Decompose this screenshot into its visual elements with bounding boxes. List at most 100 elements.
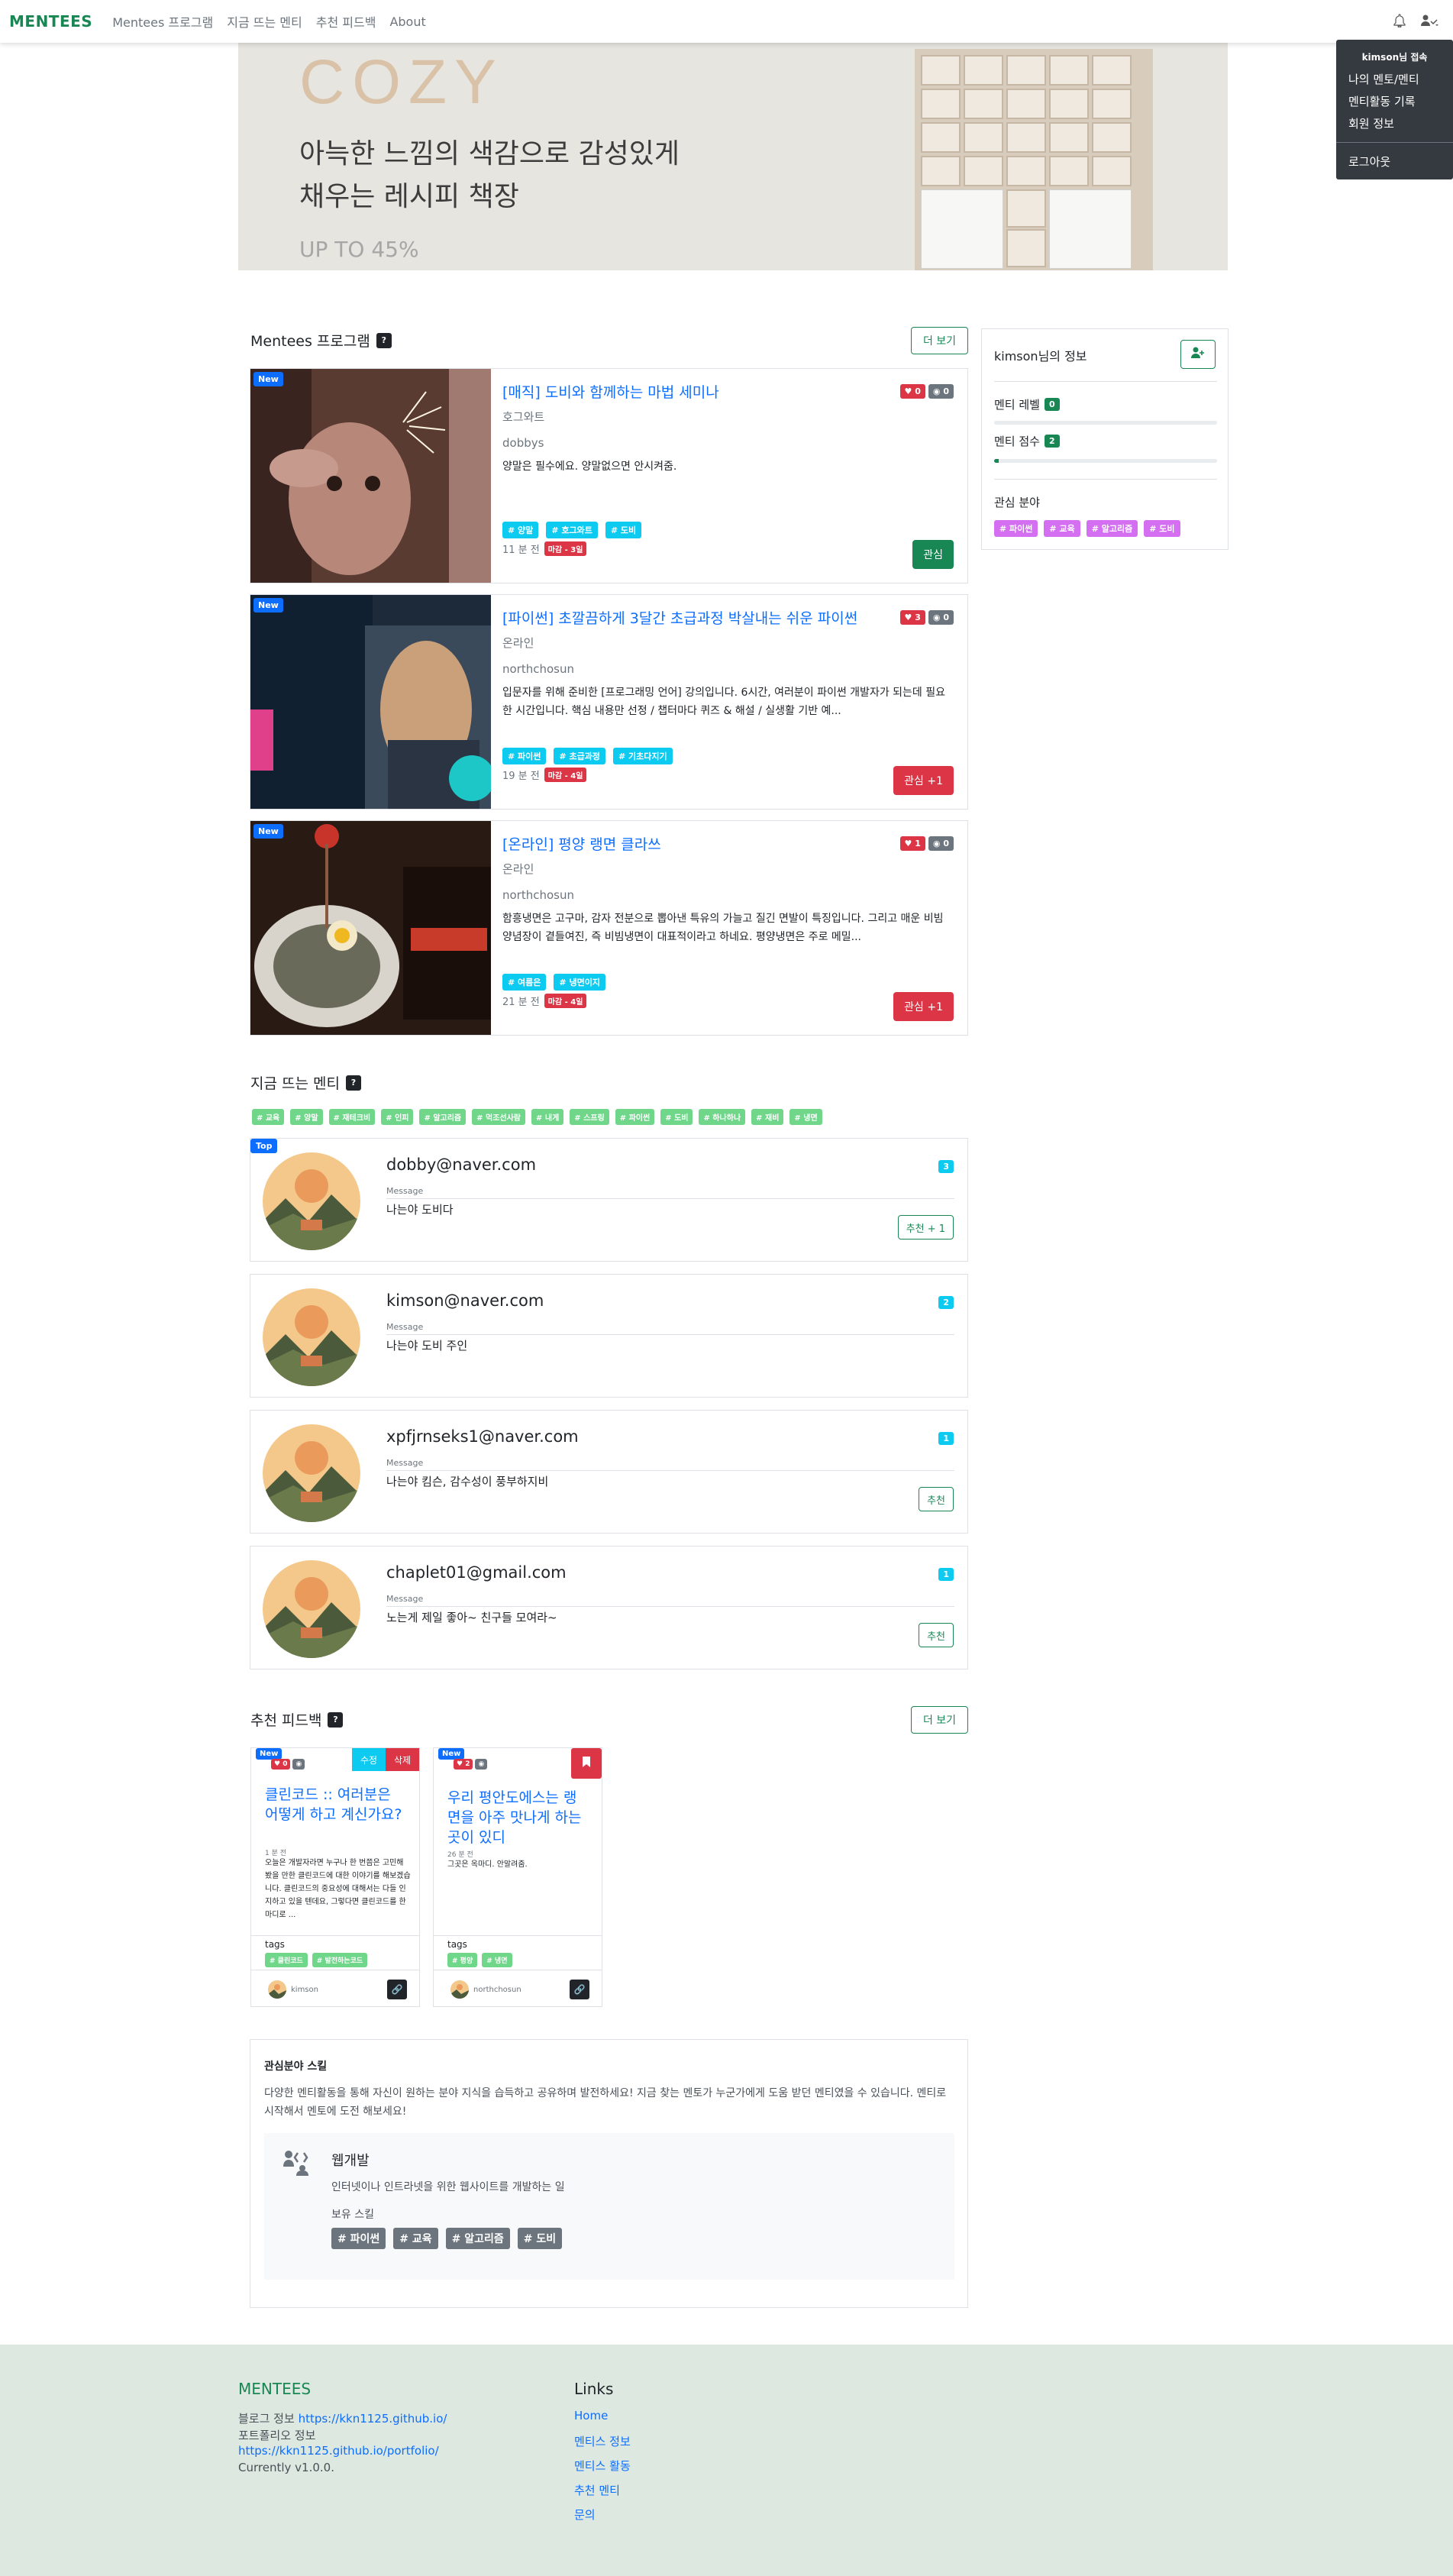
bookmark-button[interactable] xyxy=(571,1748,602,1779)
mentee-card[interactable]: chaplet01@gmail.com Message 노는게 제일 좋아~ 친… xyxy=(250,1546,968,1669)
link-button[interactable]: 🔗 xyxy=(387,1980,407,1999)
interest-tag[interactable]: # 교육 xyxy=(1044,520,1080,537)
mentee-card[interactable]: xpfjrnseks1@naver.com Message 나는야 킴슨, 감수… xyxy=(250,1410,968,1534)
feedback-card[interactable]: New ♥ 2 ◉ 우리 평안도에스는 랭면을 아주 맛나게 하는 곳이 있디 … xyxy=(433,1747,602,2007)
footer-link-recommend[interactable]: 추천 멘티 xyxy=(574,2482,620,2498)
feedback-tag[interactable]: # 클린코드 xyxy=(265,1953,308,1967)
feedback-title[interactable]: 클린코드 :: 여러분은 어떻게 하고 계신가요? xyxy=(265,1785,407,1825)
footer-link-contact[interactable]: 문의 xyxy=(574,2507,596,2523)
program-time: 11 분 전 xyxy=(502,545,540,556)
feedback-tag[interactable]: # 평양 xyxy=(447,1953,478,1967)
nav-link-about[interactable]: About xyxy=(389,15,425,29)
divider xyxy=(434,1935,602,1936)
footer-link-info[interactable]: 멘티스 정보 xyxy=(574,2433,631,2449)
footer-link-activity[interactable]: 멘티스 활동 xyxy=(574,2458,631,2474)
skill-tag[interactable]: # 교육 xyxy=(393,2228,438,2249)
program-tag[interactable]: # 호그와트 xyxy=(546,522,598,538)
program-title[interactable]: [온라인] 평양 랭면 클라쓰 xyxy=(502,833,661,854)
nav-link-programs[interactable]: Mentees 프로그램 xyxy=(112,12,213,31)
keyword-tag[interactable]: # 스프링 xyxy=(570,1109,609,1125)
dropdown-item-activity[interactable]: 멘티활동 기록 xyxy=(1336,90,1453,112)
feedback-card[interactable]: New ♥ 0 ◉ 수정 삭제 클린코드 :: 여러분은 어떻게 하고 계신가요… xyxy=(250,1747,420,2007)
feedback-tag[interactable]: # 냉면 xyxy=(482,1953,512,1967)
dropdown-item-profile[interactable]: 회원 정보 xyxy=(1336,112,1453,134)
keyword-tag[interactable]: # 재테크비 xyxy=(328,1109,376,1125)
skill-tag[interactable]: # 알고리즘 xyxy=(445,2228,510,2249)
interest-tag[interactable]: # 도비 xyxy=(1144,520,1180,537)
banner-headline-1: 아늑한 느낌의 색감으로 감성있게 xyxy=(299,138,680,170)
recommend-button[interactable]: 추천 + 1 xyxy=(897,1215,954,1240)
keyword-tag[interactable]: # 인피 xyxy=(381,1109,414,1125)
program-tag[interactable]: # 기초다지기 xyxy=(612,748,673,764)
promo-banner[interactable]: COZY 아늑한 느낌의 색감으로 감성있게 채우는 레시피 책장 UP TO … xyxy=(238,43,1228,270)
keyword-tag[interactable]: # 양말 xyxy=(290,1109,323,1125)
keyword-tag[interactable]: # 알고리즘 xyxy=(419,1109,467,1125)
trending-title: 지금 뜨는 멘티 xyxy=(250,1075,340,1092)
skill-tag[interactable]: # 파이썬 xyxy=(331,2228,386,2249)
program-thumbnail[interactable] xyxy=(250,821,491,1035)
footer-blog-link[interactable]: https://kkn1125.github.io/ xyxy=(299,2412,447,2426)
program-card[interactable]: New [온라인] 평양 랭면 클라쓰 온라인 northchosun 함흥냉면… xyxy=(250,820,968,1036)
program-tag[interactable]: # 초급과정 xyxy=(554,748,605,764)
bell-icon[interactable] xyxy=(1393,14,1406,31)
feedback-title[interactable]: 우리 평안도에스는 랭면을 아주 맛나게 하는 곳이 있디 xyxy=(447,1788,589,1847)
keyword-tag[interactable]: # 먹조선사람 xyxy=(472,1109,526,1125)
link-button[interactable]: 🔗 xyxy=(570,1980,589,1999)
dropdown-item-logout[interactable]: 로그아웃 xyxy=(1336,150,1453,173)
programs-more-button[interactable]: 더 보기 xyxy=(911,327,968,354)
user-menu-icon[interactable] xyxy=(1421,15,1439,30)
program-tag[interactable]: # 파이썬 xyxy=(502,748,547,764)
program-thumbnail[interactable] xyxy=(250,595,491,809)
mentee-card[interactable]: Top dobby@naver.com Message 나는야 도비다 3 추천… xyxy=(250,1138,968,1262)
interest-tag[interactable]: # 알고리즘 xyxy=(1086,520,1138,537)
skill-tag[interactable]: # 도비 xyxy=(517,2228,563,2249)
program-card[interactable]: New [매직] 도비와 함께하는 마법 세미나 호그와트 dobbys 양말은… xyxy=(250,368,968,583)
recommend-button[interactable]: 추천 xyxy=(919,1623,954,1647)
program-tag[interactable]: # 도비 xyxy=(605,522,642,538)
program-stats: ♥ 1 ◉ 0 xyxy=(899,836,954,851)
footer-blog-row: 블로그 정보 https://kkn1125.github.io/ xyxy=(238,2410,447,2426)
mentee-card[interactable]: kimson@naver.com Message 나는야 도비 주인 2 xyxy=(250,1274,968,1398)
recommend-button[interactable]: 추천 xyxy=(919,1487,954,1511)
score-progress-bar xyxy=(994,459,999,463)
interest-button[interactable]: 관심 +1 xyxy=(893,992,954,1021)
program-title[interactable]: [매직] 도비와 함께하는 마법 세미나 xyxy=(502,381,719,402)
program-tag[interactable]: # 양말 xyxy=(502,522,539,538)
trending-help-badge[interactable]: ? xyxy=(345,1075,361,1091)
keyword-tag[interactable]: # 교육 xyxy=(252,1109,285,1125)
keyword-tag[interactable]: # 재비 xyxy=(751,1109,784,1125)
program-tag[interactable]: # 여름은 xyxy=(502,974,547,991)
feedback-help-badge[interactable]: ? xyxy=(328,1711,344,1728)
footer-link-home[interactable]: Home xyxy=(574,2409,608,2422)
program-description: 입문자를 위해 준비한 [프로그래밍 언어] 강의입니다. 6시간, 여러분이 … xyxy=(502,687,946,717)
brand-logo[interactable]: MENTEES xyxy=(9,12,92,31)
keyword-tag[interactable]: # 파이썬 xyxy=(615,1109,655,1125)
program-card[interactable]: New [파이썬] 초깔끔하게 3달간 초급과정 박살내는 쉬운 파이썬 온라인… xyxy=(250,594,968,810)
feedback-more-button[interactable]: 더 보기 xyxy=(911,1706,968,1734)
programs-help-badge[interactable]: ? xyxy=(376,332,392,348)
footer-portfolio-link[interactable]: https://kkn1125.github.io/portfolio/ xyxy=(238,2444,439,2458)
user-info-panel: kimson님의 정보 멘티 레벨 0 멘티 점수 2 관심 분야 # 파이썬 … xyxy=(981,328,1229,550)
nav-link-feedback[interactable]: 추천 피드백 xyxy=(316,12,376,31)
views-count: ◉ 0 xyxy=(928,610,954,625)
interest-button[interactable]: 관심 +1 xyxy=(893,766,954,795)
likes-count: ♥ 0 xyxy=(899,384,925,399)
program-thumbnail[interactable] xyxy=(250,369,491,583)
interest-tag[interactable]: # 파이썬 xyxy=(994,520,1038,537)
keyword-tag[interactable]: # 도비 xyxy=(660,1109,693,1125)
program-title[interactable]: [파이썬] 초깔끔하게 3달간 초급과정 박살내는 쉬운 파이썬 xyxy=(502,607,857,628)
delete-button[interactable]: 삭제 xyxy=(386,1748,419,1771)
program-tag[interactable]: # 냉면이지 xyxy=(554,974,605,991)
add-mentor-button[interactable] xyxy=(1180,340,1216,369)
keyword-tag[interactable]: # 냉면 xyxy=(789,1109,822,1125)
edit-button[interactable]: 수정 xyxy=(352,1748,386,1771)
feedback-tag[interactable]: # 발전하는코드 xyxy=(312,1953,368,1967)
mentee-level-progress xyxy=(994,421,1217,425)
nav-link-trending[interactable]: 지금 뜨는 멘티 xyxy=(227,12,302,31)
interest-button[interactable]: 관심 xyxy=(912,540,954,569)
recommend-count-badge: 1 xyxy=(938,1568,954,1581)
keyword-tag[interactable]: # 하나하나 xyxy=(699,1109,746,1125)
dropdown-item-my-mentors[interactable]: 나의 멘토/멘티 xyxy=(1336,68,1453,90)
new-badge: New xyxy=(253,372,283,386)
keyword-tag[interactable]: # 내게 xyxy=(531,1109,564,1125)
